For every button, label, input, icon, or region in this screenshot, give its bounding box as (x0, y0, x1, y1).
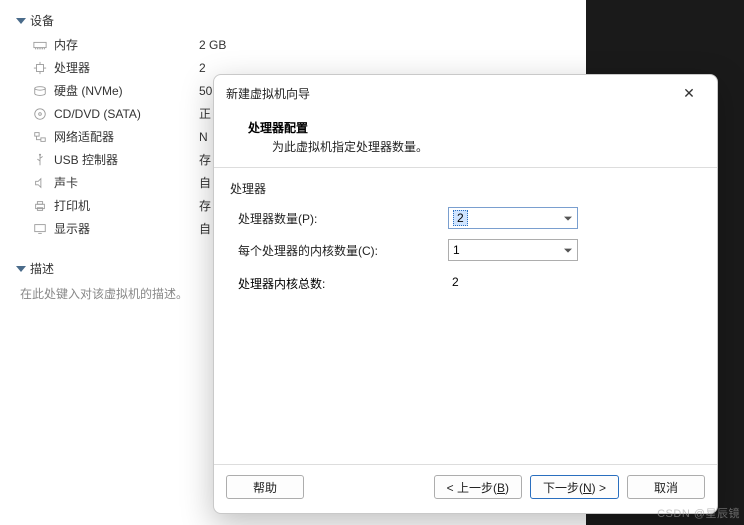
device-value: 自 (199, 220, 211, 237)
device-label: 打印机 (54, 197, 199, 214)
back-button[interactable]: < 上一步(B) (434, 475, 522, 499)
cores-per-proc-value: 1 (453, 243, 460, 257)
device-value: 2 (199, 61, 206, 75)
display-icon (32, 222, 48, 236)
device-label: 声卡 (54, 174, 199, 191)
device-value: 正 (199, 105, 211, 122)
wizard-body: 处理器 处理器数量(P): 2 每个处理器的内核数量(C): 1 处理器内核总数… (214, 168, 717, 464)
back-button-label: < 上一步(B) (447, 479, 509, 496)
close-button[interactable]: ✕ (671, 81, 707, 105)
help-button-label: 帮助 (253, 479, 277, 496)
chevron-down-icon (564, 217, 572, 221)
wizard-button-row: 帮助 < 上一步(B) 下一步(N) > 取消 (214, 464, 717, 513)
device-value: 自 (199, 174, 211, 191)
device-row-memory[interactable]: 内存 2 GB (18, 33, 308, 56)
dialog-titlebar[interactable]: 新建虚拟机向导 ✕ (214, 75, 717, 111)
network-icon (32, 130, 48, 144)
device-label: 内存 (54, 36, 199, 53)
device-value: 存 (199, 151, 211, 168)
processor-group-label: 处理器 (230, 180, 701, 197)
device-label: USB 控制器 (54, 151, 199, 168)
device-value: 存 (199, 197, 211, 214)
device-value: 50 (199, 84, 212, 98)
next-button-label: 下一步(N) > (543, 479, 606, 496)
close-icon: ✕ (683, 85, 695, 102)
sound-icon (32, 176, 48, 190)
cpu-icon (32, 61, 48, 75)
cores-per-proc-label: 每个处理器的内核数量(C): (238, 242, 448, 259)
device-label: 硬盘 (NVMe) (54, 82, 199, 99)
device-value: N (199, 130, 208, 144)
printer-icon (32, 199, 48, 213)
device-value: 2 GB (199, 38, 226, 52)
memory-icon (32, 38, 48, 52)
wizard-subheading: 为此虚拟机指定处理器数量。 (248, 138, 697, 155)
description-section-title: 描述 (30, 260, 54, 277)
device-label: CD/DVD (SATA) (54, 107, 199, 121)
cancel-button[interactable]: 取消 (627, 475, 705, 499)
disc-icon (32, 107, 48, 121)
cores-per-proc-row: 每个处理器的内核数量(C): 1 (230, 235, 701, 267)
new-vm-wizard-dialog: 新建虚拟机向导 ✕ 处理器配置 为此虚拟机指定处理器数量。 处理器 处理器数量(… (213, 74, 718, 514)
cores-per-proc-select[interactable]: 1 (448, 239, 578, 261)
wizard-header: 处理器配置 为此虚拟机指定处理器数量。 (214, 111, 717, 168)
total-cores-value: 2 (452, 275, 459, 292)
devices-section-title: 设备 (30, 12, 54, 29)
total-cores-label: 处理器内核总数: (238, 275, 452, 292)
processor-count-label: 处理器数量(P): (238, 210, 448, 227)
disclosure-triangle-icon (16, 18, 26, 24)
spacer (312, 475, 426, 499)
disk-icon (32, 84, 48, 98)
chevron-down-icon (564, 249, 572, 253)
disclosure-triangle-icon (16, 266, 26, 272)
device-label: 处理器 (54, 59, 199, 76)
processor-count-select[interactable]: 2 (448, 207, 578, 229)
next-button[interactable]: 下一步(N) > (530, 475, 619, 499)
processor-count-row: 处理器数量(P): 2 (230, 203, 701, 235)
wizard-heading: 处理器配置 (248, 119, 697, 138)
device-label: 显示器 (54, 220, 199, 237)
devices-section-header[interactable]: 设备 (18, 6, 308, 33)
dialog-title: 新建虚拟机向导 (226, 85, 671, 102)
usb-icon (32, 153, 48, 167)
processor-count-value: 2 (453, 210, 468, 226)
device-label: 网络适配器 (54, 128, 199, 145)
total-cores-row: 处理器内核总数: 2 (230, 267, 701, 292)
cancel-button-label: 取消 (654, 479, 678, 496)
help-button[interactable]: 帮助 (226, 475, 304, 499)
